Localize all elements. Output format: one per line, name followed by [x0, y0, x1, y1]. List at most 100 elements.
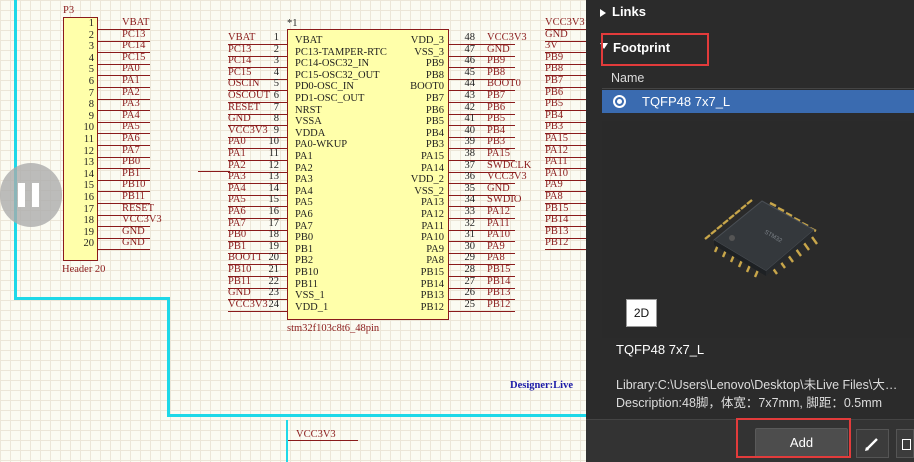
pin-number: 48: [464, 32, 476, 43]
pin-number: 16: [83, 192, 95, 203]
pin-name: PB13: [420, 290, 444, 302]
pin-number: 32: [464, 217, 476, 229]
net-label: PC14: [228, 55, 252, 67]
pin-number: 39: [464, 136, 476, 148]
trash-icon: [902, 439, 911, 450]
pin-name: VDD_1: [295, 301, 329, 313]
pin-name: PB0: [295, 232, 314, 244]
net-label: PA0: [228, 136, 246, 148]
net-label: PA10: [545, 167, 568, 179]
pin-number: 19: [83, 226, 95, 238]
pin-number: 46: [464, 55, 476, 67]
footprint-title: TQFP48 7x7_L: [616, 342, 705, 357]
pin-number: 3: [273, 55, 279, 67]
pin-number: 12: [83, 145, 95, 157]
pin-number: 26: [464, 287, 476, 299]
pin-number: 16: [268, 206, 280, 217]
net-label: PC13: [122, 28, 146, 40]
highlight-box: [601, 33, 709, 66]
pin-number: 40: [464, 124, 476, 136]
net-label: PB12: [545, 237, 569, 249]
net-label: SWDIO: [487, 194, 522, 206]
net-label: GND: [487, 182, 510, 194]
net-label: PA12: [487, 206, 510, 217]
net-label: PA2: [122, 86, 140, 98]
pin-number: 43: [464, 90, 476, 101]
net-label: GND: [545, 28, 568, 40]
pin-number: 42: [464, 101, 476, 113]
footprint-3d-preview[interactable]: STM32 2D: [602, 121, 914, 338]
net-label: PB11: [228, 275, 251, 287]
pin-name: PB10: [295, 267, 319, 278]
pin-name: PD1-OSC_OUT: [295, 93, 365, 104]
wire: [14, 297, 170, 300]
net-label: PC13: [228, 43, 252, 55]
net-label: PB4: [487, 124, 506, 136]
net-label: PA15: [487, 148, 510, 159]
name-column-header[interactable]: Name: [611, 71, 644, 85]
edit-button[interactable]: [856, 429, 889, 458]
net-label: GND: [228, 287, 251, 299]
radio-selected-icon: [617, 99, 622, 104]
net-label: PB1: [122, 167, 141, 179]
pin-name: PB12: [420, 301, 444, 313]
pin-number: 7: [273, 101, 279, 113]
net-label: BOOT0: [487, 78, 521, 90]
delete-button[interactable]: [896, 429, 914, 458]
p3-designator: P3: [63, 5, 75, 16]
pin-name: PB11: [295, 278, 318, 290]
pin-name: PA14: [421, 162, 444, 174]
pin-name: VBAT: [295, 35, 323, 46]
pin-number: 41: [464, 113, 476, 125]
pin-number: 3: [88, 41, 94, 53]
pin-name: PA3: [295, 174, 313, 186]
properties-panel: Links Footprint Name TQFP48 7x7_L STM32 …: [586, 0, 914, 462]
pin-number: 15: [268, 194, 280, 206]
links-section-header[interactable]: Links: [612, 4, 646, 19]
pin-name: PB2: [295, 255, 314, 267]
pencil-icon: [865, 438, 878, 451]
schematic-canvas[interactable]: P3 1 2 3 4 5 6 7 8 9 10 11 12 13 14 15 16 17 18 19 20 VBAT P…: [0, 0, 586, 462]
pin-name: PC15-OSC32_OUT: [295, 69, 380, 81]
footprint-row[interactable]: TQFP48 7x7_L: [602, 90, 914, 113]
wire: [167, 297, 170, 417]
net-label: PB3: [545, 121, 564, 133]
pause-overlay-button[interactable]: [0, 163, 62, 227]
net-label: RESET: [122, 202, 155, 214]
net-label: PB7: [487, 90, 506, 101]
pin-name: PA6: [295, 209, 313, 220]
pin-name: PB4: [425, 127, 444, 139]
pin-name: PB6: [425, 104, 444, 116]
pin-number: 21: [268, 264, 280, 275]
pin-number: 2: [273, 43, 279, 55]
net-label: PA3: [122, 98, 140, 110]
pin-name: PB7: [425, 93, 444, 104]
pin-name: PC13-TAMPER-RTC: [295, 46, 387, 58]
pin-name: PB5: [425, 116, 444, 128]
net-label: PA11: [545, 156, 568, 168]
library-line: Library:C:\Users\Lenovo\Desktop\未Live Fi…: [616, 374, 897, 393]
view-2d-button[interactable]: 2D: [626, 299, 657, 327]
description-line: Description:48脚，体宽：7x7mm, 脚距：0.5mm: [616, 392, 882, 411]
radio-button[interactable]: [613, 95, 626, 108]
net-label: PA12: [545, 144, 568, 156]
pin-number: 11: [83, 134, 94, 145]
pin-number: 38: [464, 148, 476, 159]
net-label: PC15: [228, 66, 252, 78]
description-value: 48脚，体宽：7x7mm, 脚距：0.5mm: [682, 396, 883, 410]
net-label: PB4: [545, 109, 564, 121]
pin-name: VDDA: [295, 127, 326, 139]
library-label: Library:: [616, 378, 658, 392]
pin-name: VSS_1: [295, 290, 325, 302]
pin-number: 23: [268, 287, 280, 299]
pin-number: 17: [268, 217, 280, 229]
pin-number: 31: [464, 229, 476, 241]
pin-lead: [545, 249, 586, 251]
net-label: PB15: [545, 202, 569, 214]
chevron-right-icon[interactable]: [600, 9, 606, 17]
net-label: VCC3V3: [545, 17, 585, 28]
net-label: PB14: [545, 214, 569, 226]
pin-name: PA5: [295, 197, 313, 209]
pin-number: 4: [273, 66, 279, 78]
net-label: PA1: [228, 148, 246, 159]
